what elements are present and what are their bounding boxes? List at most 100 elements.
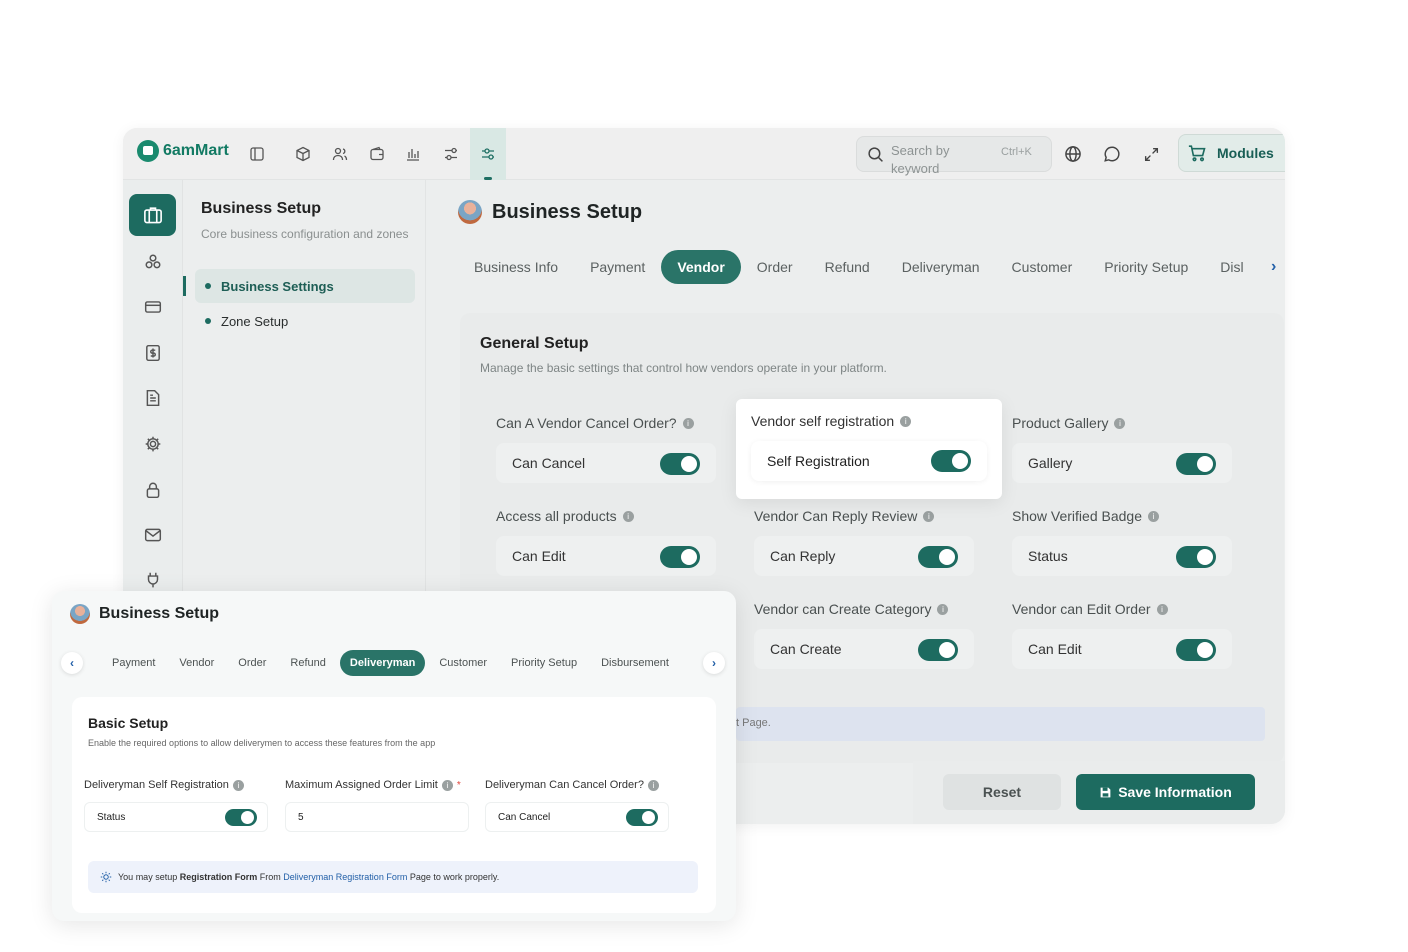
fullscreen-icon[interactable] bbox=[1141, 144, 1161, 164]
tab-order[interactable]: Order bbox=[741, 250, 809, 284]
gear-icon[interactable] bbox=[143, 434, 163, 454]
info-icon[interactable]: i bbox=[1147, 510, 1159, 522]
filter-sliders-icon[interactable] bbox=[478, 144, 498, 164]
info-icon[interactable]: i bbox=[682, 417, 694, 429]
setting-toggle-row[interactable]: Can Reply bbox=[754, 536, 974, 576]
setting-toggle-row[interactable]: Self Registration bbox=[751, 441, 987, 481]
tab-payment[interactable]: Payment bbox=[574, 250, 661, 284]
info-icon[interactable]: i bbox=[622, 510, 634, 522]
tab-refund[interactable]: Refund bbox=[280, 650, 335, 676]
document-icon[interactable] bbox=[143, 388, 163, 408]
wallet-icon[interactable] bbox=[367, 144, 387, 164]
toggle-switch[interactable] bbox=[1176, 639, 1216, 661]
setting-cell: Show Verified Badge i Status bbox=[996, 496, 1236, 588]
search-input[interactable]: Search by keyword bbox=[891, 142, 971, 178]
dollar-icon[interactable] bbox=[143, 343, 163, 363]
sidebar-toggle-icon[interactable] bbox=[247, 144, 267, 164]
info-icon[interactable]: i bbox=[232, 779, 244, 791]
setting-toggle-row[interactable]: Can Cancel bbox=[496, 443, 716, 483]
tab-deliveryman[interactable]: Deliveryman bbox=[339, 650, 426, 676]
brand-logo[interactable]: 6amMart bbox=[137, 140, 229, 162]
search-box[interactable]: Search by keyword Ctrl+K bbox=[856, 136, 1052, 176]
setting-toggle-row[interactable]: Gallery bbox=[1012, 443, 1232, 483]
toggle-switch[interactable] bbox=[918, 639, 958, 661]
tab-payment[interactable]: Payment bbox=[102, 650, 165, 676]
tab-priority-setup[interactable]: Priority Setup bbox=[501, 650, 587, 676]
top-bar: 6amMart Search by keyword Ctrl+K Modules bbox=[123, 128, 1285, 180]
users-icon[interactable] bbox=[330, 144, 350, 164]
tab-disbursement[interactable]: Disl bbox=[1204, 250, 1243, 284]
max-order-limit-input[interactable]: 5 bbox=[285, 802, 469, 832]
save-information-button[interactable]: Save Information bbox=[1076, 774, 1255, 810]
setting-label: Vendor can Create Category bbox=[754, 601, 932, 617]
tab-vendor[interactable]: Vendor bbox=[661, 250, 741, 284]
setting-toggle-row[interactable]: Can Edit bbox=[496, 536, 716, 576]
modules-button[interactable]: Modules ⌄ bbox=[1178, 134, 1285, 172]
settings-sliders-icon[interactable] bbox=[441, 144, 461, 164]
tab-deliveryman[interactable]: Deliveryman bbox=[886, 250, 996, 284]
setting-toggle-row[interactable]: Can Edit bbox=[1012, 629, 1232, 669]
toggle-switch[interactable] bbox=[1176, 453, 1216, 475]
info-icon[interactable]: i bbox=[647, 779, 659, 791]
info-icon[interactable]: i bbox=[1156, 603, 1168, 615]
submenu-item-business-settings[interactable]: Business Settings bbox=[195, 269, 415, 303]
toggle-switch[interactable] bbox=[626, 809, 658, 826]
info-strip: t Page. bbox=[736, 707, 1265, 741]
toggle-switch[interactable] bbox=[931, 450, 971, 472]
modules-grid-icon[interactable] bbox=[143, 252, 163, 272]
setting-cell: Vendor can Create Category i Can Create bbox=[738, 589, 978, 681]
card-icon[interactable] bbox=[143, 297, 163, 317]
toggle-switch[interactable] bbox=[918, 546, 958, 568]
chart-icon[interactable] bbox=[403, 144, 423, 164]
field-toggle-row[interactable]: Status bbox=[84, 802, 268, 832]
submenu-item-zone-setup[interactable]: Zone Setup bbox=[195, 304, 415, 338]
tab-customer[interactable]: Customer bbox=[996, 250, 1089, 284]
toggle-switch[interactable] bbox=[225, 809, 257, 826]
tabs-prev-arrow-icon[interactable]: ‹ bbox=[61, 652, 83, 674]
tab-customer[interactable]: Customer bbox=[429, 650, 497, 676]
submenu-subtitle: Core business configuration and zones bbox=[201, 227, 409, 241]
tabs-next-arrow-icon[interactable]: › bbox=[703, 652, 725, 674]
tab-order[interactable]: Order bbox=[228, 650, 276, 676]
tab-refund[interactable]: Refund bbox=[809, 250, 886, 284]
tabs-next-arrow-icon[interactable]: › bbox=[1271, 258, 1285, 278]
toggle-switch[interactable] bbox=[660, 453, 700, 475]
registration-form-link[interactable]: Deliveryman Registration Form bbox=[283, 872, 407, 882]
cart-icon bbox=[1187, 143, 1207, 163]
reset-button[interactable]: Reset bbox=[943, 774, 1061, 810]
required-asterisk: * bbox=[456, 779, 461, 791]
mail-icon[interactable] bbox=[143, 525, 163, 545]
page-title: Business Setup bbox=[492, 200, 643, 223]
field-value: Can Cancel bbox=[498, 811, 551, 823]
info-icon[interactable]: i bbox=[1114, 417, 1126, 429]
info-icon[interactable]: i bbox=[923, 510, 935, 522]
globe-icon[interactable] bbox=[1063, 144, 1083, 164]
modules-label: Modules bbox=[1217, 145, 1274, 161]
tab-priority-setup[interactable]: Priority Setup bbox=[1088, 250, 1204, 284]
field-toggle-row[interactable]: Can Cancel bbox=[485, 802, 669, 832]
search-icon bbox=[865, 144, 885, 164]
tab-business-info[interactable]: Business Info bbox=[458, 250, 574, 284]
info-icon[interactable]: i bbox=[900, 415, 912, 427]
toggle-switch[interactable] bbox=[660, 546, 700, 568]
field-value: Status bbox=[97, 811, 126, 823]
box-icon[interactable] bbox=[293, 144, 313, 164]
deliveryman-setup-card: Business Setup ‹ Payment Vendor Order Re… bbox=[52, 591, 736, 921]
save-disk-icon bbox=[1099, 786, 1112, 799]
setting-label: Show Verified Badge bbox=[1012, 508, 1142, 524]
setting-toggle-row[interactable]: Status bbox=[1012, 536, 1232, 576]
chat-icon[interactable] bbox=[1102, 144, 1122, 164]
tab-bar: Business Info Payment Vendor Order Refun… bbox=[458, 250, 1244, 284]
setting-toggle-row[interactable]: Can Create bbox=[754, 629, 974, 669]
plug-icon[interactable] bbox=[143, 570, 163, 590]
lock-icon[interactable] bbox=[143, 480, 163, 500]
info-icon[interactable]: i bbox=[441, 779, 453, 791]
setting-label: Access all products bbox=[496, 508, 617, 524]
tab-vendor[interactable]: Vendor bbox=[169, 650, 224, 676]
save-label: Save Information bbox=[1118, 784, 1232, 800]
toggle-switch[interactable] bbox=[1176, 546, 1216, 568]
info-icon[interactable]: i bbox=[937, 603, 949, 615]
tab-disbursement[interactable]: Disbursement bbox=[591, 650, 679, 676]
rail-item-business[interactable] bbox=[129, 194, 176, 236]
field-label: Maximum Assigned Order Limit bbox=[285, 779, 438, 791]
